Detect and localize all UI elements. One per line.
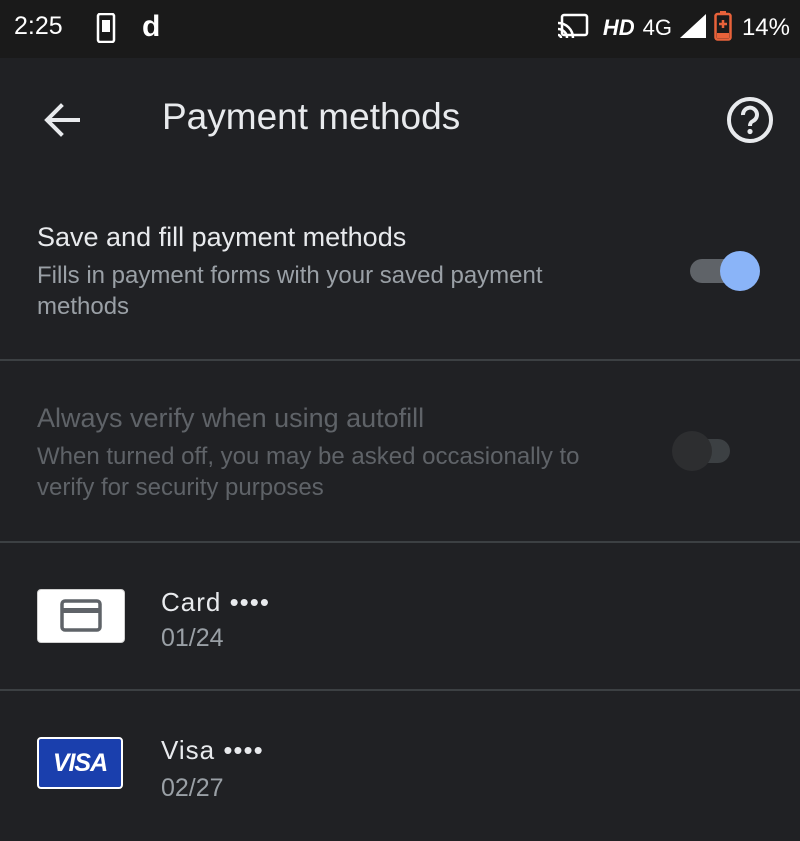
save-fill-subtitle: Fills in payment forms with your saved p… xyxy=(37,262,543,320)
toggle-thumb xyxy=(672,431,712,471)
card-name: Visa •••• xyxy=(161,735,264,765)
save-fill-toggle[interactable] xyxy=(690,248,760,291)
card-expiry: 02/27 xyxy=(161,774,224,802)
card-expiry: 01/24 xyxy=(161,624,224,652)
credit-card-icon xyxy=(37,589,125,643)
battery-percent: 14% xyxy=(741,14,790,41)
hd-label: HD xyxy=(602,15,635,40)
battery-icon xyxy=(714,10,732,46)
verify-setting-row: Always verify when using autofill When t… xyxy=(0,361,800,541)
verify-title: Always verify when using autofill xyxy=(37,403,425,433)
visa-logo: VISA xyxy=(37,737,123,789)
cast-icon xyxy=(557,13,589,44)
card-list-item[interactable]: VISA Visa •••• 02/27 xyxy=(0,691,800,841)
save-fill-setting-row[interactable]: Save and fill payment methods Fills in p… xyxy=(0,178,800,360)
card-list-item[interactable]: Card •••• 01/24 xyxy=(0,543,800,693)
network-label: 4G xyxy=(642,15,672,40)
d-app-icon: d xyxy=(142,10,161,43)
status-time: 2:25 xyxy=(14,12,63,40)
status-right-group: HD 4G 14% xyxy=(557,10,790,46)
toggle-thumb xyxy=(720,251,760,291)
verify-subtitle: When turned off, you may be asked occasi… xyxy=(37,443,580,501)
help-circle-icon[interactable] xyxy=(726,96,774,144)
arrow-back-icon[interactable] xyxy=(40,98,84,142)
app-bar: Payment methods xyxy=(0,58,800,178)
status-bar: 2:25 d HD 4G 14% xyxy=(0,0,800,58)
page-title: Payment methods xyxy=(162,96,461,137)
save-fill-title: Save and fill payment methods xyxy=(37,222,407,252)
card-name: Card •••• xyxy=(161,587,270,617)
verify-toggle xyxy=(672,428,744,471)
signal-icon xyxy=(679,13,706,43)
phone-icon xyxy=(96,12,116,48)
